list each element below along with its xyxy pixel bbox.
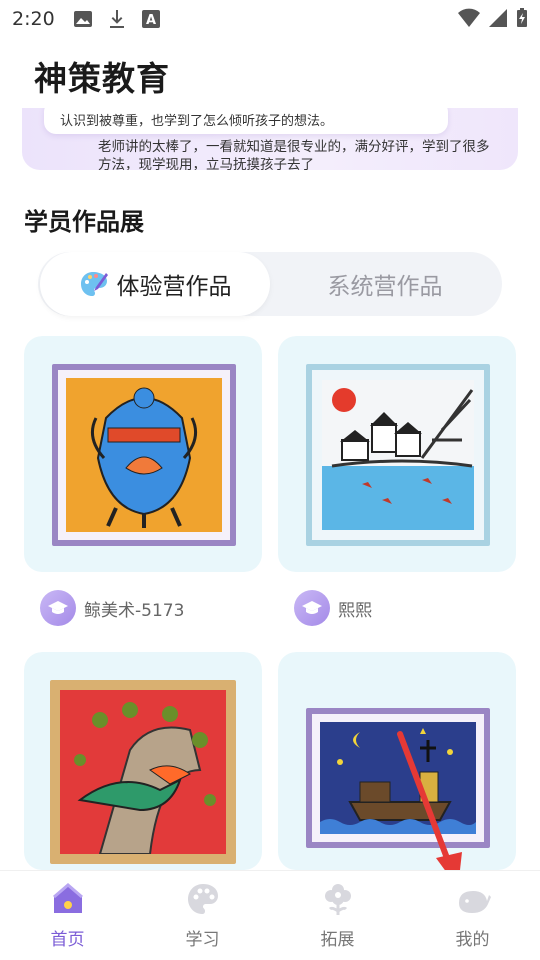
image-icon [73, 11, 92, 27]
status-bar: 2:20 A [0, 0, 540, 38]
artwork-frame [306, 708, 490, 848]
palette-icon [187, 884, 218, 914]
tab-experience-works-label: 体验营作品 [116, 274, 232, 300]
battery-charging-icon [517, 8, 527, 27]
review-bubble: 认识到被尊重，也学到了怎么倾听孩子的想法。 [44, 108, 448, 134]
artwork-image-area [24, 652, 262, 870]
artwork-image-area [24, 336, 262, 572]
nav-expand-label: 拓展 [320, 930, 355, 950]
nav-mine-label: 我的 [455, 930, 490, 950]
artwork-card[interactable] [278, 652, 516, 870]
artwork-card[interactable] [24, 652, 262, 870]
status-time: 2:20 [12, 8, 55, 30]
wifi-icon [458, 8, 480, 27]
artwork-card[interactable]: 鲸美术-5173 [24, 336, 262, 632]
graduation-cap-icon [40, 590, 76, 626]
bottom-nav: 首页 学习 拓展 我的 [0, 870, 540, 960]
signal-icon [489, 9, 507, 27]
palette-brush-icon [80, 272, 108, 296]
nav-mine[interactable]: 我的 [405, 871, 540, 960]
gallery-section-title: 学员作品展 [24, 208, 144, 236]
review-card[interactable]: 认识到被尊重，也学到了怎么倾听孩子的想法。 老师讲的太棒了，一看就知道是很专业的… [22, 108, 518, 170]
artwork-owner-name: 鲸美术-5173 [84, 600, 185, 621]
tab-experience-works[interactable]: 体验营作品 [40, 252, 270, 316]
app-title: 神策教育 [34, 59, 170, 98]
nav-expand[interactable]: 拓展 [270, 871, 405, 960]
gallery-tabs: 体验营作品 系统营作品 [38, 252, 502, 316]
review-text: 老师讲的太棒了，一看就知道是很专业的，满分好评，学到了很多方法，现学现用，立马抚… [98, 139, 490, 170]
home-icon [52, 883, 83, 913]
artwork-night-boat [320, 722, 476, 834]
nav-home[interactable]: 首页 [0, 871, 135, 960]
nav-study[interactable]: 学习 [135, 871, 270, 960]
artwork-blue-incense-burner [66, 378, 222, 532]
artwork-image-area [278, 652, 516, 870]
graduation-cap-icon [294, 590, 330, 626]
svg-text:A: A [146, 13, 156, 28]
artwork-owner-name: 熙熙 [338, 600, 372, 621]
artwork-frame [50, 680, 236, 864]
artwork-frame [306, 364, 490, 546]
font-icon: A [141, 10, 160, 28]
flower-icon [324, 884, 351, 915]
artwork-card[interactable]: 熙熙 [278, 336, 516, 632]
download-icon [109, 10, 124, 28]
nav-study-label: 学习 [185, 930, 220, 950]
tab-system-works[interactable]: 系统营作品 [270, 252, 500, 316]
nav-home-label: 首页 [50, 930, 85, 950]
artwork-image-area [278, 336, 516, 572]
artwork-owner: 熙熙 [294, 590, 372, 626]
artwork-bird-on-tree [60, 690, 226, 855]
tab-system-works-label: 系统营作品 [327, 274, 443, 300]
artwork-village-by-water [322, 380, 474, 530]
artwork-frame [52, 364, 236, 546]
whale-icon [458, 891, 491, 913]
artwork-owner: 鲸美术-5173 [40, 590, 184, 626]
